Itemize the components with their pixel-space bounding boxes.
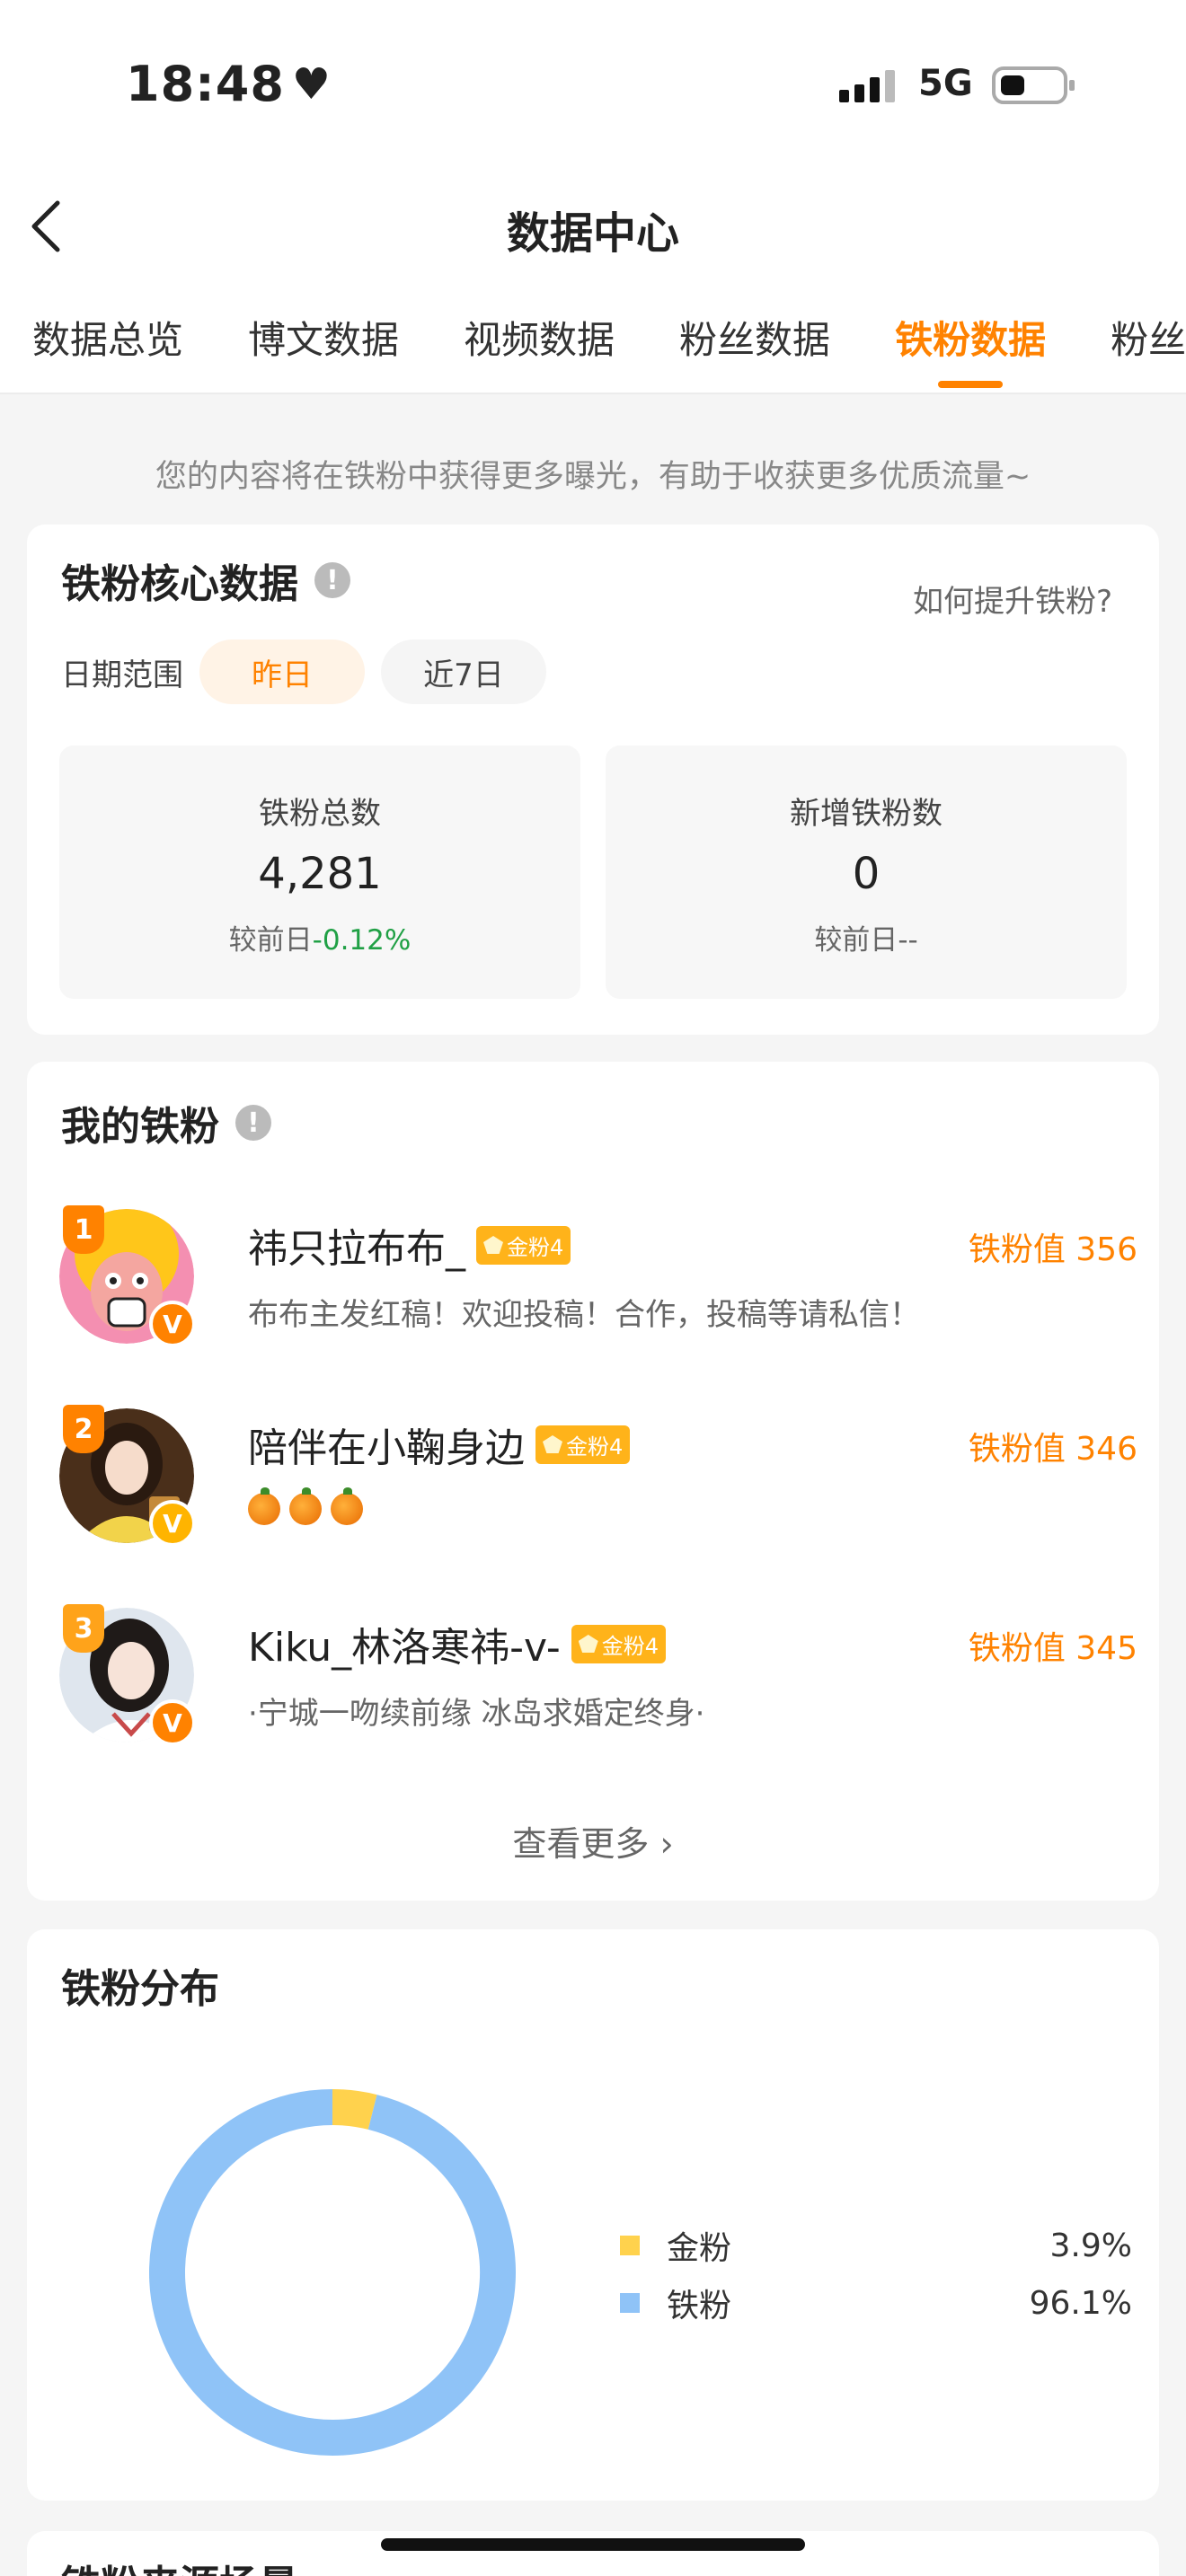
info-icon[interactable]: ! <box>235 1105 271 1141</box>
info-icon[interactable]: ! <box>314 562 350 598</box>
verified-icon: V <box>149 1301 196 1347</box>
gem-icon <box>543 1435 562 1453</box>
tab-overview[interactable]: 数据总览 <box>32 310 183 365</box>
network-label: 5G <box>918 63 973 104</box>
gold-fan-badge: 金粉4 <box>535 1425 631 1464</box>
list-item[interactable]: 1 V 祎只拉布布_ 金粉4 布布主发红稿！欢迎投稿！合作，投稿等请私信！ 铁粉值… <box>59 1205 1137 1356</box>
list-item[interactable]: 2 V 陪伴在小鞠身边 金粉4 铁粉值 346 <box>59 1405 1137 1556</box>
status-time: 18:48 ♥ <box>126 56 332 112</box>
heart-icon: ♥ <box>291 58 332 110</box>
tip-text: 您的内容将在铁粉中获得更多曝光，有助于收获更多优质流量~ <box>155 459 1031 495</box>
stat-total-iron-fans: 铁粉总数 4,281 较前日-0.12% <box>59 745 580 999</box>
distribution-legend: 金粉 3.9% 铁粉 96.1% <box>593 2217 1132 2332</box>
core-data-card: 铁粉核心数据 ! 如何提升铁粉? 日期范围 昨日 近7日 铁粉总数 4,281 … <box>27 525 1159 1035</box>
orange-icon <box>289 1486 322 1525</box>
rank-badge: 3 <box>63 1604 104 1653</box>
stat-compare: 较前日-- <box>814 924 918 957</box>
tab-video[interactable]: 视频数据 <box>464 310 615 365</box>
fan-value: 铁粉值 356 <box>968 1231 1137 1268</box>
verified-icon: V <box>149 1500 196 1547</box>
list-item[interactable]: 3 V Kiku_林洛寒祎-v- 金粉4 ·宁城一吻续前缘 冰岛求婚定终身· 铁粉… <box>59 1604 1137 1755</box>
date-range-row: 日期范围 昨日 近7日 <box>61 640 546 704</box>
tab-posts[interactable]: 博文数据 <box>248 310 399 365</box>
fan-name: 陪伴在小鞠身边 金粉4 <box>248 1416 631 1473</box>
my-fans-title-text: 我的铁粉 <box>61 1104 219 1150</box>
gold-fan-badge: 金粉4 <box>476 1225 571 1265</box>
donut-slice-金粉 <box>332 2089 377 2130</box>
core-title-text: 铁粉核心数据 <box>61 561 298 607</box>
gold-fan-badge: 金粉4 <box>571 1624 666 1663</box>
fan-desc: ·宁城一吻续前缘 冰岛求婚定终身· <box>248 1696 705 1732</box>
fan-value: 铁粉值 346 <box>968 1431 1137 1468</box>
fan-value: 铁粉值 345 <box>968 1630 1137 1667</box>
home-indicator[interactable] <box>381 2538 805 2551</box>
date-yesterday-button[interactable]: 昨日 <box>199 640 365 704</box>
stat-compare: 较前日-0.12% <box>228 924 412 957</box>
tab-more-fans[interactable]: 粉丝 <box>1111 310 1186 365</box>
stat-label: 铁粉总数 <box>259 796 381 832</box>
rank-badge: 1 <box>63 1205 104 1254</box>
how-to-improve-link[interactable]: 如何提升铁粉? <box>913 577 1112 621</box>
stat-label: 新增铁粉数 <box>790 796 943 832</box>
distribution-title: 铁粉分布 <box>61 1966 219 2012</box>
fan-name: 祎只拉布布_ 金粉4 <box>248 1216 571 1274</box>
verified-icon: V <box>149 1699 196 1746</box>
orange-icon <box>331 1486 363 1525</box>
legend-item-gold: 金粉 3.9% <box>593 2217 1132 2274</box>
fan-desc: 布布主发红稿！欢迎投稿！合作，投稿等请私信！ <box>248 1297 920 1333</box>
fan-desc-emoji <box>248 1486 372 1525</box>
stat-value: 4,281 <box>258 849 382 899</box>
stat-new-iron-fans: 新增铁粉数 0 较前日-- <box>606 745 1127 999</box>
my-fans-card: 我的铁粉 ! 1 V 祎只拉布布_ 金粉4 布布主发红稿！欢迎投稿！合作，投稿等请… <box>27 1062 1159 1901</box>
legend-swatch <box>620 2236 640 2255</box>
page-title: 数据中心 <box>506 208 679 259</box>
view-more-button[interactable]: 查看更多 › <box>27 1816 1159 1866</box>
fan-name: Kiku_林洛寒祎-v- 金粉4 <box>248 1615 666 1672</box>
header-area: 18:48 ♥ 5G 数据中心 数据总览 博文数据 视频数据 粉丝数据 铁粉数据 … <box>0 0 1186 394</box>
stat-value: 0 <box>852 849 881 899</box>
date-range-label: 日期范围 <box>61 657 183 693</box>
signal-icon <box>839 70 895 102</box>
tab-iron-fans[interactable]: 铁粉数据 <box>895 310 1046 365</box>
gem-icon <box>483 1236 503 1254</box>
rank-badge: 2 <box>63 1405 104 1453</box>
gem-icon <box>578 1635 598 1653</box>
core-title: 铁粉核心数据 ! <box>61 551 350 609</box>
distribution-card: 铁粉分布 金粉 3.9% 铁粉 96.1% <box>27 1929 1159 2501</box>
source-scene-title: 铁粉来源场景 <box>61 2553 298 2576</box>
donut-slice-铁粉 <box>149 2089 516 2456</box>
my-fans-title: 我的铁粉 ! <box>61 1094 271 1151</box>
tab-fans[interactable]: 粉丝数据 <box>679 310 830 365</box>
orange-icon <box>248 1486 280 1525</box>
legend-item-iron: 铁粉 96.1% <box>593 2274 1132 2332</box>
distribution-donut-chart <box>149 2089 516 2456</box>
battery-icon <box>992 66 1075 104</box>
legend-swatch <box>620 2293 640 2313</box>
date-7days-button[interactable]: 近7日 <box>381 640 546 704</box>
tab-bar: 数据总览 博文数据 视频数据 粉丝数据 铁粉数据 粉丝 <box>32 310 1186 365</box>
